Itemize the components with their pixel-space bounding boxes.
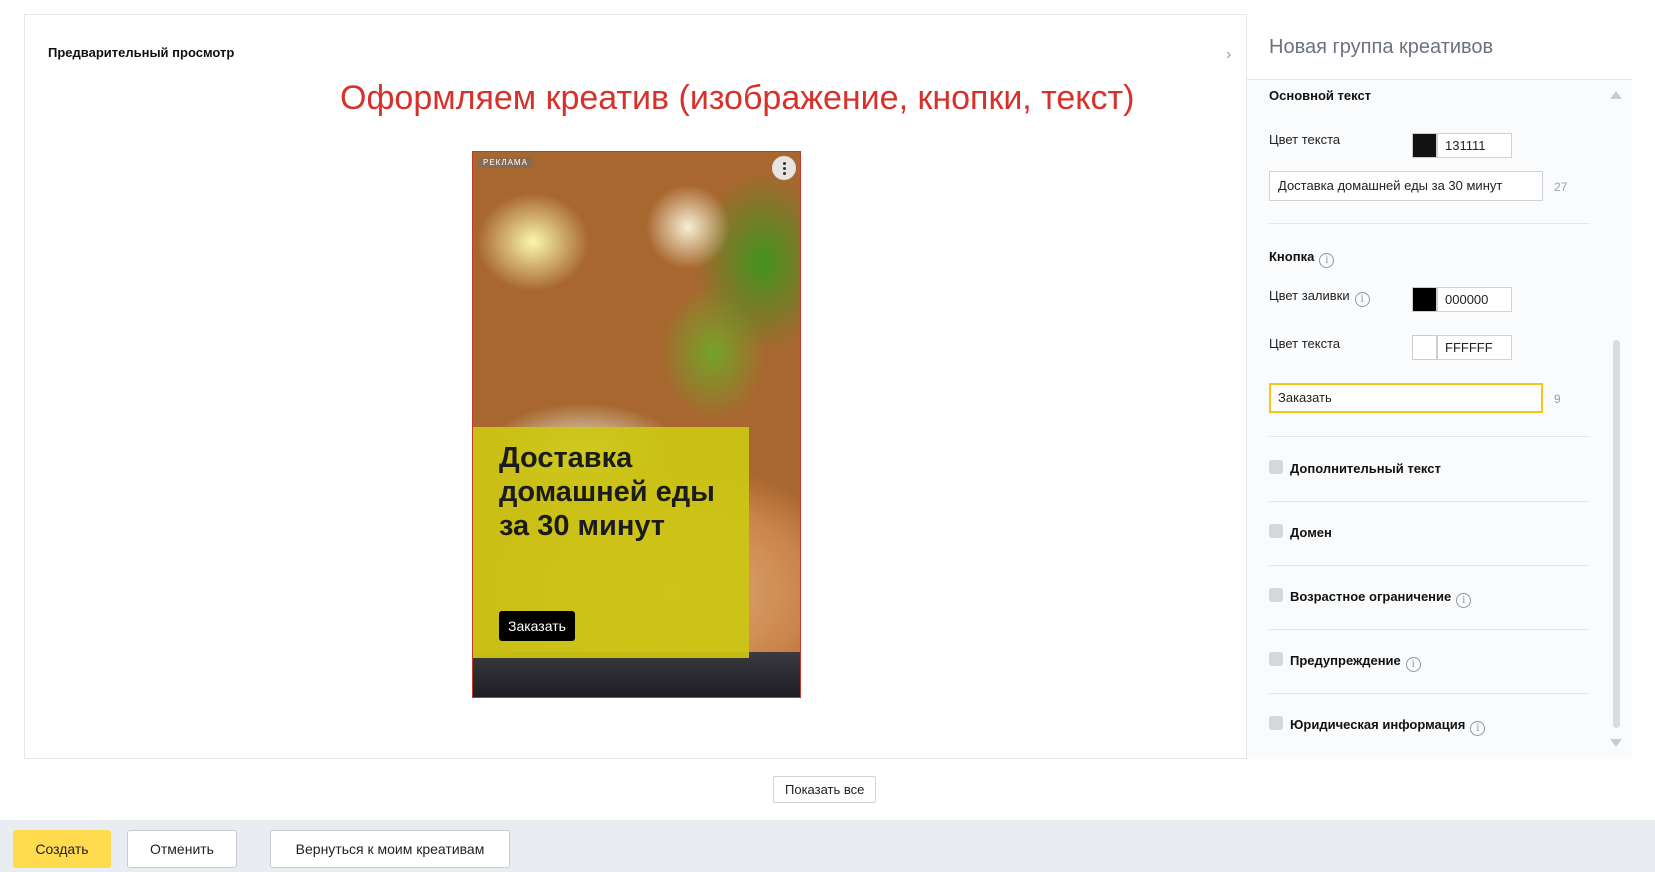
button-fill-swatch[interactable] bbox=[1412, 287, 1437, 312]
button-section-label: Кнопка i bbox=[1269, 249, 1335, 268]
main-text-section-label: Основной текст bbox=[1269, 88, 1372, 103]
button-section-text: Кнопка bbox=[1269, 249, 1315, 264]
creative-cta-button[interactable]: Заказать bbox=[499, 611, 575, 641]
creative-preview: РЕКЛАМА Доставка домашней еды за 30 мину… bbox=[472, 151, 801, 698]
option-label-legal-info[interactable]: Юридическая информация i bbox=[1290, 717, 1486, 736]
more-vertical-icon[interactable] bbox=[772, 156, 796, 180]
creative-headline: Доставка домашней еды за 30 минут bbox=[499, 442, 715, 542]
show-all-button[interactable]: Показать все bbox=[773, 776, 877, 803]
checkbox-legal-info[interactable] bbox=[1269, 716, 1283, 730]
back-to-creatives-button[interactable]: Вернуться к моим креативам bbox=[270, 830, 510, 868]
scrollbar-thumb[interactable] bbox=[1613, 340, 1620, 728]
button-text-color-input[interactable]: FFFFFF bbox=[1437, 335, 1512, 360]
button-text-counter: 9 bbox=[1554, 392, 1561, 406]
scroll-up-icon[interactable] bbox=[1610, 91, 1622, 99]
option-text: Юридическая информация bbox=[1290, 717, 1466, 732]
divider bbox=[1269, 629, 1589, 630]
create-button[interactable]: Создать bbox=[13, 830, 111, 868]
chevron-right-icon[interactable]: › bbox=[1226, 46, 1231, 64]
button-fill-label: Цвет заливки i bbox=[1269, 288, 1370, 307]
button-fill-text: Цвет заливки bbox=[1269, 288, 1350, 303]
divider bbox=[1269, 436, 1589, 437]
main-text-color-input[interactable]: 131111 bbox=[1437, 133, 1512, 158]
divider bbox=[1269, 565, 1589, 566]
preview-title: Предварительный просмотр bbox=[48, 45, 235, 60]
button-text-input[interactable]: Заказать bbox=[1269, 383, 1543, 413]
checkbox-age-restriction[interactable] bbox=[1269, 588, 1283, 602]
settings-panel: Новая группа креативов Основной текст Цв… bbox=[1246, 14, 1632, 759]
checkbox-additional-text[interactable] bbox=[1269, 460, 1283, 474]
annotation-text: Оформляем креатив (изображение, кнопки, … bbox=[340, 79, 1135, 117]
info-icon[interactable]: i bbox=[1319, 253, 1335, 268]
divider bbox=[1269, 693, 1589, 694]
checkbox-domain[interactable] bbox=[1269, 524, 1283, 538]
option-label-additional-text[interactable]: Дополнительный текст bbox=[1290, 461, 1441, 476]
button-text-color-label: Цвет текста bbox=[1269, 336, 1341, 351]
divider bbox=[1269, 223, 1589, 224]
option-label-domain[interactable]: Домен bbox=[1290, 525, 1332, 540]
button-fill-input[interactable]: 000000 bbox=[1437, 287, 1512, 312]
button-text-color-swatch[interactable] bbox=[1412, 335, 1437, 360]
main-text-color-label: Цвет текста bbox=[1269, 132, 1341, 147]
option-text: Возрастное ограничение bbox=[1290, 589, 1452, 604]
info-icon[interactable]: i bbox=[1456, 593, 1472, 608]
main-text-color-swatch[interactable] bbox=[1412, 133, 1437, 158]
main-text-counter: 27 bbox=[1554, 180, 1568, 194]
checkbox-warning[interactable] bbox=[1269, 652, 1283, 666]
option-text: Предупреждение bbox=[1290, 653, 1401, 668]
info-icon[interactable]: i bbox=[1405, 657, 1421, 672]
main-text-input[interactable]: Доставка домашней еды за 30 минут bbox=[1269, 171, 1543, 201]
scroll-down-icon[interactable] bbox=[1610, 739, 1622, 747]
info-icon[interactable]: i bbox=[1470, 721, 1486, 736]
info-icon[interactable]: i bbox=[1354, 292, 1370, 307]
divider bbox=[1269, 501, 1589, 502]
creative-text-overlay: Доставка домашней еды за 30 минут Заказа… bbox=[473, 427, 749, 658]
panel-title: Новая группа креативов bbox=[1269, 36, 1494, 58]
panel-header: Новая группа креативов bbox=[1247, 14, 1632, 80]
creative-bottom-strip bbox=[473, 652, 800, 697]
footer-bar: Создать Отменить Вернуться к моим креати… bbox=[0, 820, 1655, 872]
option-label-warning[interactable]: Предупреждение i bbox=[1290, 653, 1421, 672]
cancel-button[interactable]: Отменить bbox=[127, 830, 237, 868]
ad-badge: РЕКЛАМА bbox=[478, 157, 533, 168]
option-label-age-restriction[interactable]: Возрастное ограничение i bbox=[1290, 589, 1472, 608]
